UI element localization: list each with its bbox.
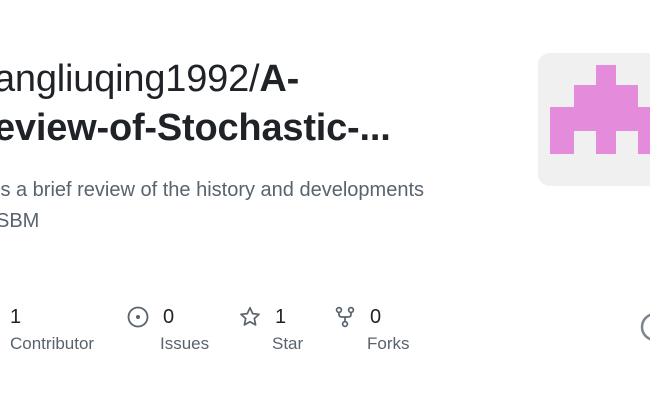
forks-count: 0	[370, 305, 382, 328]
stat-forks[interactable]: 0 Forks	[334, 303, 410, 354]
stat-contributors[interactable]: 1 Contributor	[10, 303, 94, 354]
repo-name-line2[interactable]: eview-of-Stochastic-...	[0, 107, 391, 149]
fork-icon	[334, 306, 356, 328]
stat-issues[interactable]: 0 Issues	[127, 303, 209, 354]
identicon-image	[550, 65, 650, 154]
contributors-count: 1	[10, 305, 22, 328]
repo-description: is a brief review of the history and dev…	[0, 175, 496, 237]
forks-label: Forks	[367, 334, 410, 353]
issues-label: Issues	[160, 334, 210, 353]
owner-avatar[interactable]	[538, 53, 650, 186]
repo-name-line1[interactable]: A-	[259, 58, 299, 100]
github-logo-icon	[640, 312, 650, 342]
star-icon	[239, 306, 261, 328]
repo-owner[interactable]: angliuqing1992/	[0, 58, 260, 100]
issue-icon	[127, 306, 149, 328]
stat-stars[interactable]: 1 Star	[239, 303, 303, 354]
repo-description-line2: SBM	[0, 210, 40, 232]
stars-label: Star	[272, 334, 304, 353]
issues-count: 0	[163, 305, 175, 328]
repo-social-card: angliuqing1992/A- eview-of-Stochastic-..…	[0, 0, 650, 400]
repo-description-line1: is a brief review of the history and dev…	[0, 179, 424, 201]
contributors-label: Contributor	[10, 334, 95, 353]
repo-title[interactable]: angliuqing1992/A- eview-of-Stochastic-..…	[0, 55, 514, 153]
stars-count: 1	[275, 305, 287, 328]
